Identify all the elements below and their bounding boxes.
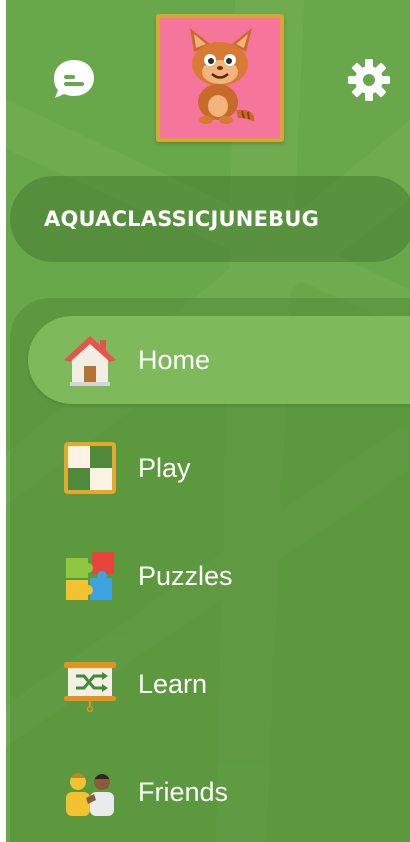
- nav-item-learn[interactable]: Learn: [28, 640, 410, 728]
- learn-board-icon: [64, 662, 116, 712]
- chessboard-icon: [64, 442, 116, 494]
- chat-button[interactable]: [46, 52, 102, 108]
- gear-icon: [348, 59, 390, 101]
- username-badge[interactable]: AQUACLASSICJUNEBUG: [10, 176, 410, 262]
- nav-item-label: Learn: [138, 669, 208, 699]
- avatar[interactable]: [156, 14, 284, 142]
- username-text: AQUACLASSICJUNEBUG: [44, 207, 320, 231]
- sidebar-panel: AQUACLASSICJUNEBUG Home Play Puzzles Lea…: [6, 0, 410, 842]
- nav-item-label: Puzzles: [138, 561, 233, 591]
- settings-button[interactable]: [341, 52, 397, 108]
- nav-item-friends[interactable]: Friends: [28, 748, 410, 836]
- nav-item-play[interactable]: Play: [28, 424, 410, 512]
- nav-item-label: Home: [138, 345, 211, 375]
- home-icon: [64, 336, 116, 386]
- friends-icon: [66, 773, 114, 816]
- puzzle-icon: [66, 552, 114, 600]
- chat-bubble-icon: [54, 60, 94, 98]
- nav-item-home[interactable]: Home: [28, 316, 410, 404]
- nav-item-label: Friends: [138, 777, 229, 807]
- profile-header: [6, 0, 410, 160]
- nav-item-label: Play: [138, 453, 191, 483]
- cat-avatar-icon: [190, 28, 255, 124]
- nav-item-puzzles[interactable]: Puzzles: [28, 532, 410, 620]
